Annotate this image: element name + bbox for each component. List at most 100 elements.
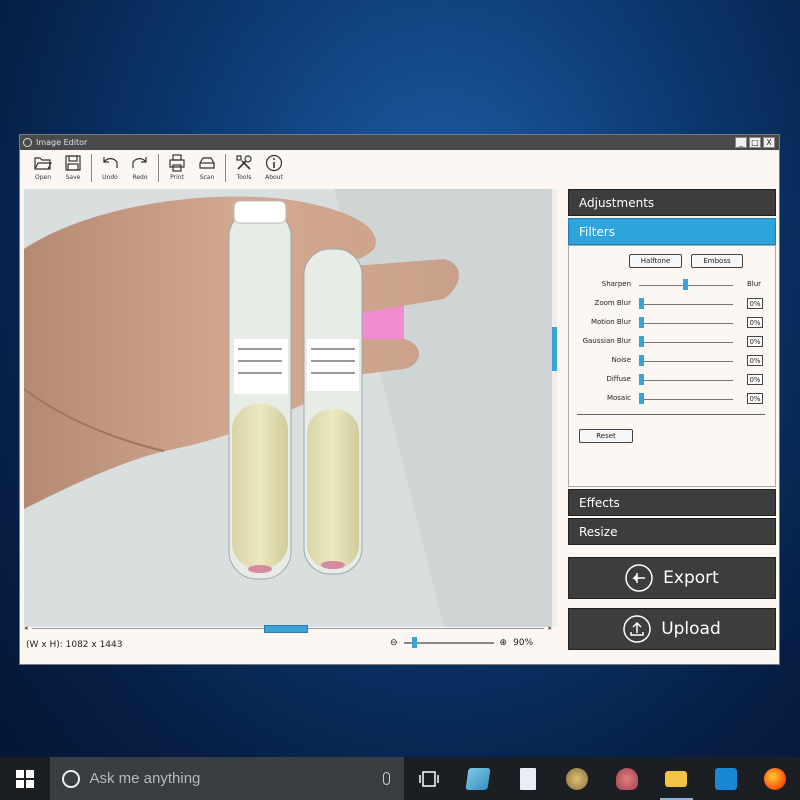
filter-slider[interactable] [639,342,733,343]
taskbar-app-firefox[interactable] [751,757,800,800]
zoom-slider-thumb[interactable] [411,637,417,648]
search-box[interactable]: Ask me anything [49,757,405,800]
toolbar-separator [225,154,226,182]
vertical-scrollbar[interactable] [552,189,557,627]
tools-button[interactable]: Tools [229,154,259,181]
filter-label: Noise [611,356,631,364]
taskbar-app-pictures[interactable] [602,757,652,800]
scan-label: Scan [199,174,215,181]
filter-slider[interactable] [639,380,733,381]
adjustments-header[interactable]: Adjustments [568,189,776,216]
reset-button[interactable]: Reset [579,429,633,443]
filter-label: Gaussian Blur [582,337,631,345]
taskbar-app-file-explorer[interactable] [652,757,702,800]
title-bar[interactable]: Image Editor _ □ X [20,135,779,150]
open-button[interactable]: Open [28,154,58,181]
undo-button[interactable]: Undo [95,154,125,181]
horizontal-scrollbar[interactable]: ◂ ▸ [24,624,552,633]
filter-slider[interactable] [639,361,733,362]
horizontal-scroll-thumb[interactable] [264,625,308,633]
filter-slider[interactable] [639,304,733,305]
microphone-icon[interactable] [383,772,391,785]
filters-header[interactable]: Filters [568,218,776,245]
undo-label: Undo [102,174,118,181]
firefox-icon [764,767,787,790]
store-app-icon [465,767,491,790]
sharpen-blur-row: Sharpen Blur [569,279,777,291]
minimize-button[interactable]: _ [735,137,747,148]
taskbar-app-windows-store[interactable] [701,757,751,800]
photo [24,189,552,627]
paint-palette-icon [566,767,589,790]
export-button[interactable]: Export [568,557,776,599]
filter-row: Mosaic 0% [569,393,777,405]
filter-row: Motion Blur 0% [569,317,777,329]
filter-slider-thumb[interactable] [639,393,644,404]
task-view-button[interactable] [404,757,454,800]
zoom-in-icon[interactable]: ⊕ [500,638,508,648]
scroll-left-icon[interactable]: ◂ [24,624,28,632]
about-label: About [265,174,283,181]
save-icon [65,155,81,171]
filter-value[interactable]: 0% [747,393,763,404]
filter-slider-thumb[interactable] [639,355,644,366]
filter-slider[interactable] [639,399,733,400]
emboss-button[interactable]: Emboss [691,254,743,268]
scroll-right-icon[interactable]: ▸ [548,624,552,632]
about-button[interactable]: About [259,154,289,181]
filter-value[interactable]: 0% [747,298,763,309]
save-button[interactable]: Save [58,154,88,181]
filter-value[interactable]: 0% [747,317,763,328]
upload-label: Upload [661,619,721,639]
taskbar-app-store[interactable] [454,757,504,800]
scanner-icon [199,157,215,169]
zoom-value: 90% [513,638,534,648]
taskbar-app-document[interactable] [503,757,553,800]
tools-label: Tools [236,174,252,181]
zoom-control: ⊖ ⊕ 90% [390,637,534,648]
printer-icon [169,154,185,172]
zoom-out-icon[interactable]: ⊖ [390,638,398,648]
upload-button[interactable]: Upload [568,608,776,650]
close-button[interactable]: X [763,137,775,148]
taskbar-app-paint[interactable] [553,757,603,800]
print-button[interactable]: Print [162,154,192,181]
filter-value[interactable]: 0% [747,355,763,366]
window-title: Image Editor [36,138,88,147]
sharpen-label: Sharpen [601,280,631,288]
zoom-slider[interactable] [403,637,494,648]
toolbar-separator [158,154,159,182]
image-dimensions: (W x H): 1082 x 1443 [26,640,123,650]
filter-label: Zoom Blur [594,299,631,307]
filter-slider-thumb[interactable] [639,336,644,347]
filter-value[interactable]: 0% [747,336,763,347]
filter-slider-thumb[interactable] [639,374,644,385]
sharpen-blur-thumb[interactable] [683,279,688,290]
filter-row: Zoom Blur 0% [569,298,777,310]
filter-value[interactable]: 0% [747,374,763,385]
effects-header[interactable]: Effects [568,489,776,516]
filter-slider-thumb[interactable] [639,298,644,309]
toolbar: Open Save Undo Redo Print Scan Tools Abo… [20,150,779,186]
tools-icon [236,155,252,170]
open-label: Open [34,174,52,181]
image-editor-window: Image Editor _ □ X Open Save Undo Redo P… [19,134,780,665]
maximize-button[interactable]: □ [749,137,761,148]
folder-open-icon [34,157,52,170]
filter-slider[interactable] [639,323,733,324]
filter-label: Diffuse [606,375,631,383]
undo-icon [103,157,118,168]
image-canvas[interactable] [24,189,552,627]
redo-icon [132,157,147,168]
resize-header[interactable]: Resize [568,518,776,545]
start-button[interactable] [0,757,50,800]
vertical-scroll-thumb[interactable] [552,327,557,371]
filter-slider-thumb[interactable] [639,317,644,328]
toolbar-separator [91,154,92,182]
redo-button[interactable]: Redo [125,154,155,181]
scan-button[interactable]: Scan [192,154,222,181]
search-placeholder: Ask me anything [89,770,201,787]
halftone-button[interactable]: Halftone [629,254,682,268]
windows-logo-icon [15,769,34,788]
filter-row: Noise 0% [569,355,777,367]
